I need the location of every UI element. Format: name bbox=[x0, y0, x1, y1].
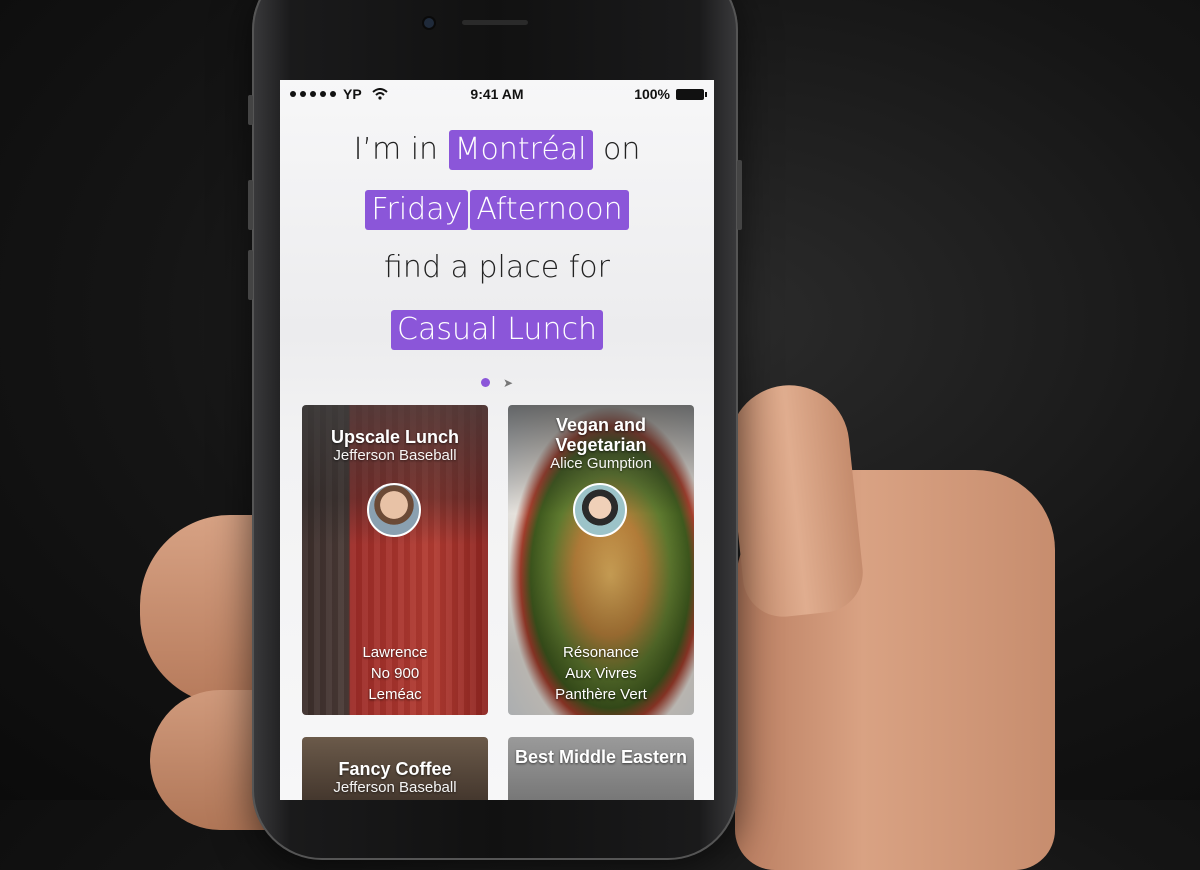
place-name[interactable]: Aux Vivres bbox=[508, 663, 694, 684]
battery-group: 100% bbox=[634, 86, 707, 102]
card-author: Jefferson Baseball bbox=[333, 779, 457, 796]
query-line-1: I’m in Montréal on bbox=[280, 130, 714, 170]
list-card[interactable]: Vegan and Vegetarian Alice Gumption Réso… bbox=[508, 405, 694, 715]
battery-icon bbox=[676, 88, 707, 100]
query-line-4: Casual Lunch bbox=[280, 310, 714, 350]
card-title: Vegan and Vegetarian bbox=[555, 415, 647, 455]
query-line-2: Friday Afternoon bbox=[280, 190, 714, 230]
status-bar: YP 9:41 AM 100% bbox=[280, 80, 714, 108]
card-places: Résonance Aux Vivres Panthère Vert bbox=[508, 642, 694, 705]
card-places: Lawrence No 900 Leméac bbox=[302, 642, 488, 705]
place-name[interactable]: Lawrence bbox=[302, 642, 488, 663]
list-card[interactable]: Fancy Coffee Jefferson Baseball bbox=[302, 737, 488, 800]
page-indicator: ➤ bbox=[280, 372, 714, 391]
place-name[interactable]: Résonance bbox=[508, 642, 694, 663]
day-selector[interactable]: Friday bbox=[365, 190, 469, 230]
volume-down-button bbox=[248, 250, 253, 300]
city-selector[interactable]: Montréal bbox=[448, 130, 593, 170]
card-title: Fancy Coffee bbox=[338, 759, 452, 779]
card-author: Jefferson Baseball bbox=[333, 447, 457, 464]
volume-up-button bbox=[248, 180, 253, 230]
page-dot-active[interactable] bbox=[480, 378, 490, 387]
avatar[interactable] bbox=[367, 483, 421, 537]
location-arrow-icon[interactable]: ➤ bbox=[503, 376, 513, 390]
avatar[interactable] bbox=[573, 483, 627, 537]
query-prefix: I’m in bbox=[353, 132, 439, 167]
battery-percentage: 100% bbox=[634, 86, 670, 102]
front-camera bbox=[424, 18, 434, 28]
card-title: Best Middle Eastern bbox=[514, 747, 688, 767]
power-button bbox=[737, 160, 742, 230]
earpiece-speaker bbox=[462, 20, 528, 25]
hand-thumb bbox=[723, 379, 867, 621]
time-of-day-selector[interactable]: Afternoon bbox=[470, 190, 629, 230]
query-text: find a place for bbox=[384, 250, 610, 285]
app-screen: YP 9:41 AM 100% I’m in Montréal on Frida… bbox=[280, 80, 714, 800]
query-suffix: on bbox=[603, 132, 641, 167]
card-title: Upscale Lunch bbox=[330, 427, 460, 447]
query-line-3: find a place for bbox=[280, 250, 714, 286]
list-card[interactable]: Upscale Lunch Jefferson Baseball Lawrenc… bbox=[302, 405, 488, 715]
place-name[interactable]: Panthère Vert bbox=[508, 684, 694, 705]
occasion-selector[interactable]: Casual Lunch bbox=[391, 310, 603, 350]
place-name[interactable]: No 900 bbox=[302, 663, 488, 684]
mute-switch bbox=[248, 95, 253, 125]
card-author: Alice Gumption bbox=[550, 455, 652, 472]
place-name[interactable]: Leméac bbox=[302, 684, 488, 705]
list-card[interactable]: Best Middle Eastern bbox=[508, 737, 694, 800]
